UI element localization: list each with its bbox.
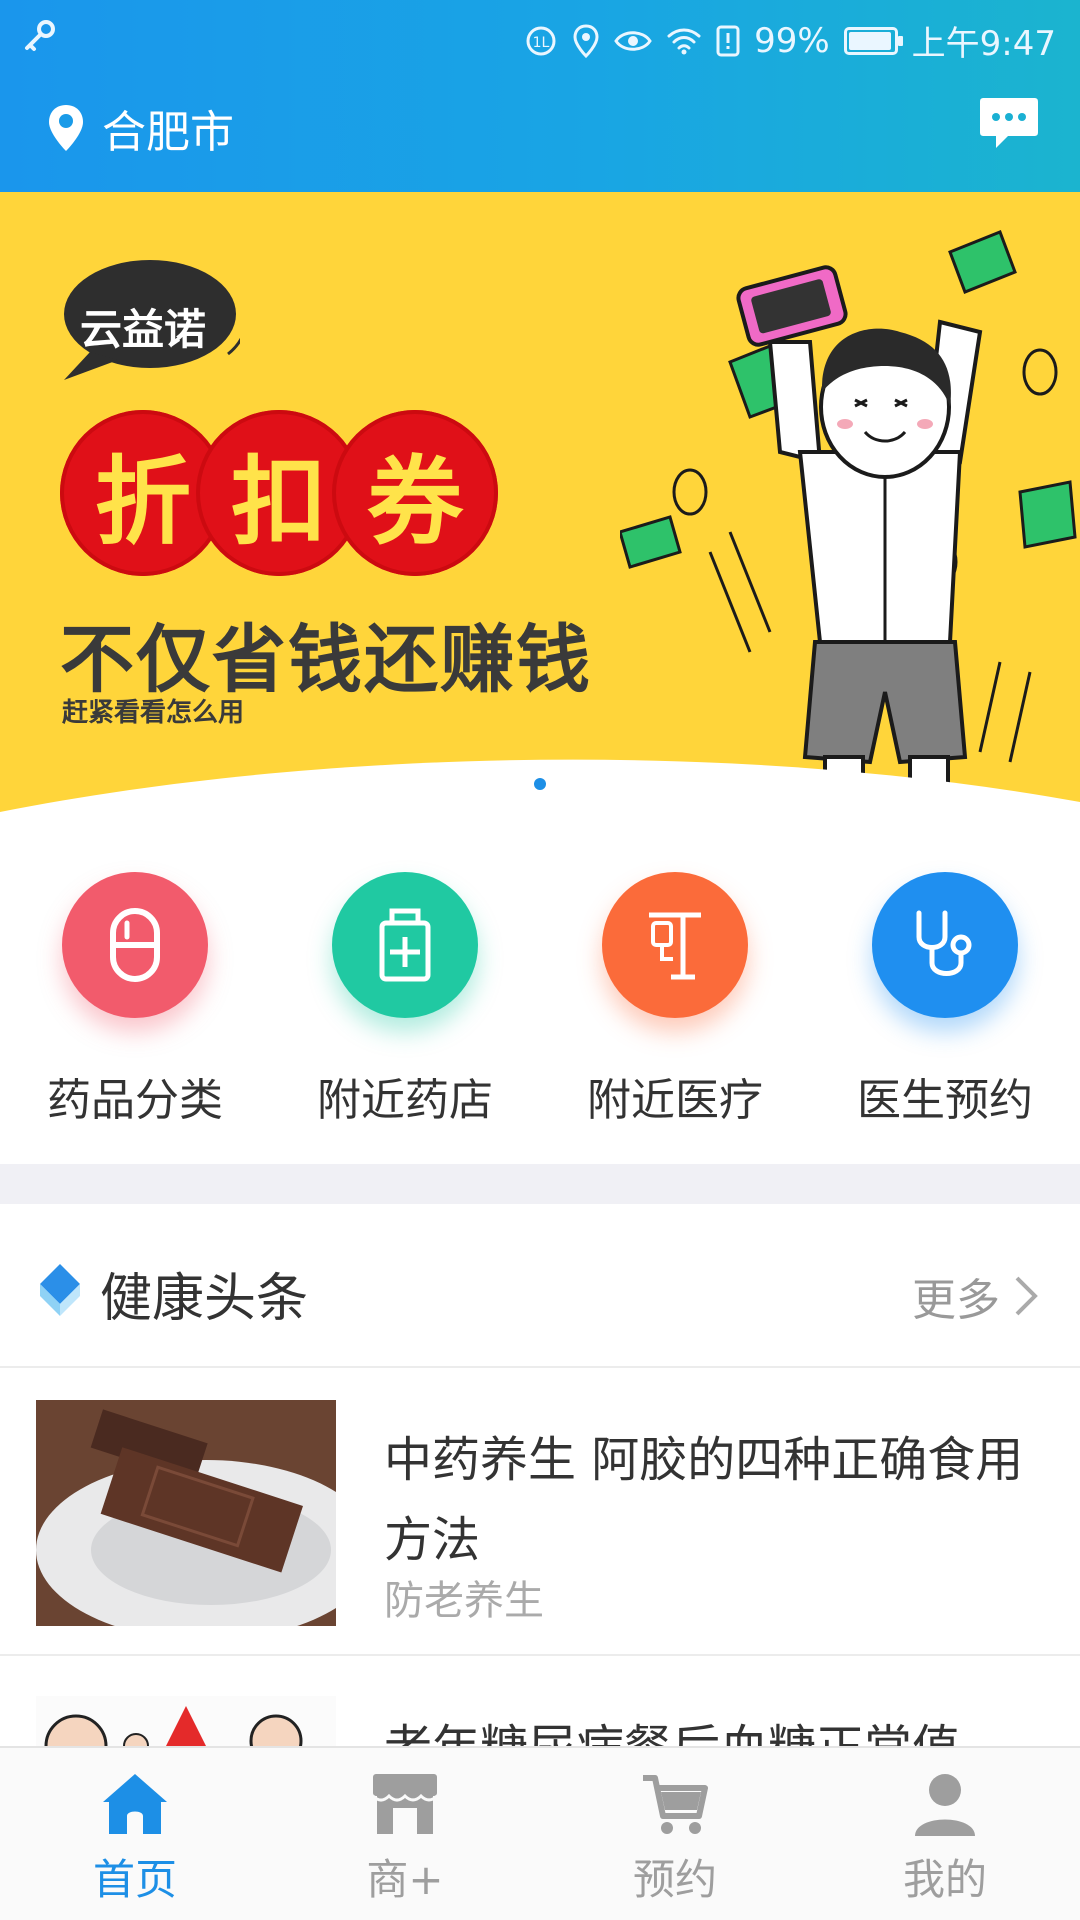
news-title: 中药养生 阿胶的四种正确食用方法 xyxy=(384,1432,1024,1568)
data-saver-icon: 1L xyxy=(526,26,556,55)
news-item[interactable]: 老年糖尿病餐后血糖正常值 xyxy=(0,1656,1080,1746)
tab-label: 首页 xyxy=(92,1855,177,1904)
message-icon[interactable] xyxy=(978,96,1040,152)
banner-subtitle: 赶紧看看怎么用 xyxy=(62,698,245,728)
location-pin-icon xyxy=(49,105,83,151)
more-label: 更多 xyxy=(912,1275,1000,1326)
shortcut-nearby-pharmacy[interactable]: 附近药店 xyxy=(270,860,540,1160)
tab-mine[interactable]: 我的 xyxy=(810,1748,1080,1920)
shortcut-grid: 药品分类 附近药店 附近医疗 医生预约 xyxy=(0,860,1080,1160)
shortcut-label: 附近医疗 xyxy=(587,1075,763,1126)
banner-slogan: 不仅省钱还赚钱 xyxy=(60,617,592,703)
more-link[interactable]: 更多 xyxy=(912,1264,1038,1328)
shortcut-nearby-medical[interactable]: 附近医疗 xyxy=(540,860,810,1160)
iv-drip-icon xyxy=(602,872,748,1018)
cart-icon xyxy=(643,1775,708,1834)
diamond-icon xyxy=(40,1264,80,1316)
status-icons: 1L 99% 上午9:47 xyxy=(524,16,1056,65)
user-icon xyxy=(915,1774,975,1836)
key-icon xyxy=(25,20,55,51)
chevron-right-icon xyxy=(1015,1276,1038,1316)
happy-man-illustration xyxy=(620,230,1077,822)
tab-home[interactable]: 首页 xyxy=(0,1748,270,1920)
bottom-tab-bar: 首页 商+ 预约 我的 xyxy=(0,1746,1080,1920)
section-title: 健康头条 xyxy=(100,1269,309,1329)
tab-label: 我的 xyxy=(902,1855,987,1904)
tab-appointment[interactable]: 预约 xyxy=(540,1748,810,1920)
sim-alert-icon xyxy=(716,25,740,56)
wifi-icon xyxy=(667,28,701,54)
shortcut-doctor-appointment[interactable]: 医生预约 xyxy=(810,860,1080,1160)
shortcut-label: 药品分类 xyxy=(47,1075,223,1126)
shortcut-label: 医生预约 xyxy=(857,1075,1033,1126)
svg-text:1L: 1L xyxy=(533,35,550,51)
coupon-char-3: 券 xyxy=(332,410,498,576)
brand-name: 云益诺 xyxy=(80,305,207,354)
health-news-header: 健康头条 更多 xyxy=(0,1204,1080,1368)
tab-store[interactable]: 商+ xyxy=(270,1748,540,1920)
shortcut-label: 附近药店 xyxy=(317,1075,493,1126)
eye-icon xyxy=(614,30,652,51)
tab-label: 商+ xyxy=(366,1855,444,1904)
medicine-bottle-icon xyxy=(332,872,478,1018)
city-selector[interactable]: 合肥市 xyxy=(46,96,234,160)
stethoscope-icon xyxy=(872,872,1018,1018)
news-title: 老年糖尿病餐后血糖正常值 xyxy=(384,1708,1040,1746)
app-header: 1L 99% 上午9:47 合肥市 xyxy=(0,0,1080,192)
coupon-title: 折 扣 券 xyxy=(60,410,498,576)
home-icon xyxy=(103,1774,167,1834)
battery-icon xyxy=(843,26,903,55)
store-icon xyxy=(371,1774,439,1834)
news-thumbnail xyxy=(36,1696,336,1746)
news-tag: 防老养生 xyxy=(384,1578,544,1624)
city-name: 合肥市 xyxy=(102,107,234,158)
section-divider xyxy=(0,1164,1080,1204)
tab-label: 预约 xyxy=(632,1855,717,1904)
banner-wave xyxy=(0,759,1080,822)
battery-percent: 99% xyxy=(754,20,830,61)
shortcut-medicine-category[interactable]: 药品分类 xyxy=(0,860,270,1160)
location-status-icon xyxy=(573,23,599,58)
status-bar: 1L 99% 上午9:47 xyxy=(0,12,1080,65)
news-thumbnail xyxy=(36,1400,336,1626)
capsule-icon xyxy=(62,872,208,1018)
promo-banner[interactable]: 云益诺 折 扣 券 不仅省钱还赚钱 赶紧看看怎么用 xyxy=(0,192,1080,822)
status-time: 上午9:47 xyxy=(911,24,1056,64)
carousel-indicator xyxy=(534,778,546,790)
news-item[interactable]: 中药养生 阿胶的四种正确食用方法 防老养生 xyxy=(0,1370,1080,1656)
